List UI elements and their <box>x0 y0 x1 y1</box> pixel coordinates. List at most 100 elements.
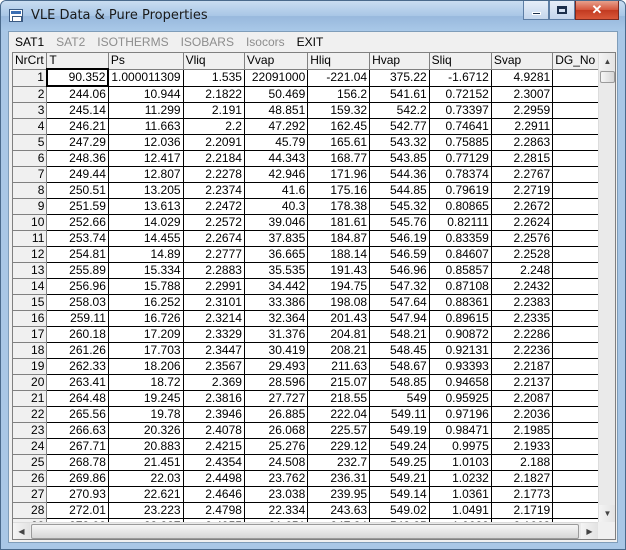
column-header[interactable]: Vliq <box>183 53 245 70</box>
grid-cell[interactable]: 546.96 <box>369 262 430 279</box>
grid-cell[interactable]: 1.535 <box>183 69 245 87</box>
maximize-button[interactable] <box>549 1 575 20</box>
grid-cell[interactable]: 19.245 <box>108 390 184 407</box>
grid-cell[interactable]: 2.3447 <box>183 342 245 359</box>
grid-cell[interactable]: 549.11 <box>369 406 430 423</box>
grid-cell[interactable]: 1.0491 <box>429 502 492 519</box>
row-number[interactable]: 1 <box>13 69 48 87</box>
grid-cell[interactable]: 22.03 <box>108 470 184 487</box>
grid-cell[interactable]: 24.508 <box>244 454 309 471</box>
grid-cell[interactable]: 50.469 <box>244 86 309 103</box>
grid-cell[interactable]: 204.81 <box>307 326 371 343</box>
grid-cell[interactable]: 375.22 <box>369 69 430 87</box>
row-number[interactable]: 18 <box>13 342 48 359</box>
grid-cell[interactable]: 2.191 <box>183 102 245 119</box>
grid-cell[interactable]: 246.21 <box>46 118 109 135</box>
grid-cell[interactable]: 201.43 <box>307 310 371 327</box>
grid-cell[interactable]: 191.43 <box>307 262 371 279</box>
grid-cell[interactable]: 247.29 <box>46 134 109 151</box>
grid-cell[interactable]: 13.205 <box>108 182 184 199</box>
column-header[interactable]: Sliq <box>429 53 492 70</box>
grid-cell[interactable]: 0.79619 <box>429 182 492 199</box>
grid-cell[interactable]: 14.455 <box>108 230 184 247</box>
grid-cell[interactable]: 208.21 <box>307 342 371 359</box>
grid-cell[interactable]: 2.2432 <box>491 278 554 295</box>
grid-cell[interactable]: 33.386 <box>244 294 309 311</box>
grid-cell[interactable]: 225.57 <box>307 422 371 439</box>
row-number[interactable]: 8 <box>13 182 48 199</box>
grid-cell[interactable]: 245.14 <box>46 102 109 119</box>
grid-cell[interactable]: 2.188 <box>491 454 554 471</box>
grid-cell[interactable]: 22091000 <box>244 69 309 87</box>
grid-cell[interactable]: 222.04 <box>307 406 371 423</box>
grid-cell[interactable]: 549 <box>369 390 430 407</box>
grid-cell[interactable]: 12.807 <box>108 166 184 183</box>
grid-cell[interactable]: 259.11 <box>46 310 109 327</box>
grid-cell[interactable]: 215.07 <box>307 374 371 391</box>
grid-cell[interactable]: 26.068 <box>244 422 309 439</box>
grid-cell[interactable]: 545.76 <box>369 214 430 231</box>
grid-cell[interactable]: 18.206 <box>108 358 184 375</box>
vertical-scrollbar[interactable]: ▲ ▼ <box>598 53 615 522</box>
grid-cell[interactable]: 244.06 <box>46 86 109 103</box>
grid-cell[interactable]: 2.4646 <box>183 486 245 503</box>
grid-cell[interactable]: 2.2883 <box>183 262 245 279</box>
row-number[interactable]: 12 <box>13 246 48 263</box>
grid-cell[interactable]: 165.61 <box>307 134 371 151</box>
grid-cell[interactable]: 268.78 <box>46 454 109 471</box>
grid-cell[interactable]: 2.1773 <box>491 486 554 503</box>
grid-cell[interactable]: 256.96 <box>46 278 109 295</box>
grid-cell[interactable]: 272.01 <box>46 502 109 519</box>
grid-cell[interactable]: 543.32 <box>369 134 430 151</box>
row-number[interactable]: 16 <box>13 310 48 327</box>
grid-cell[interactable]: 0.77129 <box>429 150 492 167</box>
grid-cell[interactable]: 168.77 <box>307 150 371 167</box>
grid-cell[interactable]: 265.56 <box>46 406 109 423</box>
grid-cell[interactable]: 548.21 <box>369 326 430 343</box>
grid-cell[interactable]: 37.835 <box>244 230 309 247</box>
grid-cell[interactable]: -221.04 <box>307 69 371 87</box>
grid-cell[interactable]: 23.038 <box>244 486 309 503</box>
column-header[interactable]: Vvap <box>244 53 309 70</box>
row-number[interactable]: 11 <box>13 230 48 247</box>
row-number[interactable]: 4 <box>13 118 48 135</box>
grid-cell[interactable]: 549.02 <box>369 502 430 519</box>
grid-cell[interactable]: 2.2777 <box>183 246 245 263</box>
grid-cell[interactable]: 2.2911 <box>491 118 554 135</box>
grid-cell[interactable]: 0.74641 <box>429 118 492 135</box>
grid-cell[interactable]: 269.86 <box>46 470 109 487</box>
grid-cell[interactable]: 2.2187 <box>491 358 554 375</box>
grid-cell[interactable]: 0.80865 <box>429 198 492 215</box>
row-number[interactable]: 21 <box>13 390 48 407</box>
grid-cell[interactable]: 2.3567 <box>183 358 245 375</box>
grid-cell[interactable]: 2.369 <box>183 374 245 391</box>
grid-cell[interactable]: 546.19 <box>369 230 430 247</box>
grid-cell[interactable]: 0.90872 <box>429 326 492 343</box>
grid-cell[interactable]: 16.252 <box>108 294 184 311</box>
grid-cell[interactable]: 262.33 <box>46 358 109 375</box>
grid-cell[interactable]: 2.1933 <box>491 438 554 455</box>
grid-cell[interactable]: 254.81 <box>46 246 109 263</box>
grid-cell[interactable]: 263.41 <box>46 374 109 391</box>
row-number[interactable]: 22 <box>13 406 48 423</box>
row-number[interactable]: 17 <box>13 326 48 343</box>
grid-cell[interactable]: 32.364 <box>244 310 309 327</box>
grid-cell[interactable]: 23.762 <box>244 470 309 487</box>
grid-cell[interactable]: 2.2 <box>183 118 245 135</box>
grid-cell[interactable]: 0.94658 <box>429 374 492 391</box>
grid-cell[interactable]: 12.036 <box>108 134 184 151</box>
grid-cell[interactable]: 47.292 <box>244 118 309 135</box>
grid-cell[interactable]: 184.87 <box>307 230 371 247</box>
grid-cell[interactable]: 44.343 <box>244 150 309 167</box>
grid-cell[interactable]: 20.883 <box>108 438 184 455</box>
grid-cell[interactable]: 232.7 <box>307 454 371 471</box>
grid-cell[interactable]: 17.209 <box>108 326 184 343</box>
grid-cell[interactable]: 188.14 <box>307 246 371 263</box>
grid-cell[interactable]: 267.71 <box>46 438 109 455</box>
row-number[interactable]: 2 <box>13 86 48 103</box>
grid-cell[interactable]: 0.73397 <box>429 102 492 119</box>
grid-cell[interactable]: 18.72 <box>108 374 184 391</box>
grid-cell[interactable]: 0.83359 <box>429 230 492 247</box>
grid-cell[interactable]: 2.3329 <box>183 326 245 343</box>
grid-cell[interactable]: 0.82111 <box>429 214 492 231</box>
